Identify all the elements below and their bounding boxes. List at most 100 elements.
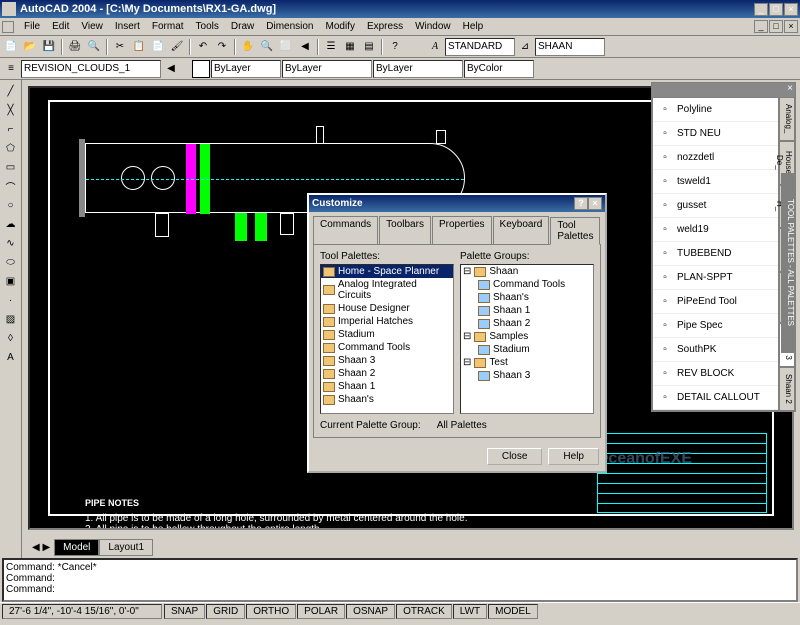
tree-item[interactable]: Stadium: [461, 343, 593, 356]
line-tool[interactable]: ╱: [2, 82, 20, 100]
list-item[interactable]: Stadium: [321, 328, 453, 341]
new-button[interactable]: 📄: [2, 38, 20, 56]
pan-button[interactable]: ✋: [239, 38, 257, 56]
list-item[interactable]: Shaan 3: [321, 354, 453, 367]
tab-layout1[interactable]: Layout1: [99, 539, 153, 556]
dialog-close-button[interactable]: ×: [588, 197, 602, 210]
palette-item[interactable]: ▫ weld19: [653, 218, 778, 242]
palette-header[interactable]: ×: [652, 83, 795, 97]
lineweight-dropdown[interactable]: [373, 60, 463, 78]
status-ortho[interactable]: ORTHO: [246, 604, 296, 619]
tab-model[interactable]: Model: [54, 539, 99, 556]
palette-item[interactable]: ▫ STD NEU: [653, 122, 778, 146]
linetype-dropdown[interactable]: [282, 60, 372, 78]
status-model[interactable]: MODEL: [488, 604, 538, 619]
menu-view[interactable]: View: [75, 19, 109, 34]
xline-tool[interactable]: ╳: [2, 101, 20, 119]
plotstyle-dropdown[interactable]: [464, 60, 534, 78]
palette-item[interactable]: ▫ SouthPK: [653, 338, 778, 362]
region-tool[interactable]: ◊: [2, 329, 20, 347]
list-item[interactable]: Shaan 1: [321, 380, 453, 393]
menu-dimension[interactable]: Dimension: [260, 19, 319, 34]
menu-format[interactable]: Format: [146, 19, 190, 34]
hatch-tool[interactable]: ▨: [2, 310, 20, 328]
print-button[interactable]: 🖨: [66, 38, 84, 56]
layer-manager-button[interactable]: ≡: [2, 60, 20, 78]
palette-item[interactable]: ▫ PiPeEnd Tool: [653, 290, 778, 314]
tab-keyboard[interactable]: Keyboard: [493, 216, 550, 244]
palette-item[interactable]: ▫ Pipe Spec: [653, 314, 778, 338]
close-button[interactable]: ×: [784, 3, 798, 16]
palette-item[interactable]: ▫ PLAN-SPPT: [653, 266, 778, 290]
help-button[interactable]: Help: [548, 448, 599, 465]
arc-tool[interactable]: ⌒: [2, 177, 20, 195]
list-item[interactable]: Command Tools: [321, 341, 453, 354]
doc-minimize-button[interactable]: _: [754, 20, 768, 33]
tab-properties[interactable]: Properties: [432, 216, 492, 244]
menu-express[interactable]: Express: [361, 19, 409, 34]
cut-button[interactable]: ✂: [111, 38, 129, 56]
tree-item[interactable]: Shaan 2: [461, 317, 593, 330]
list-item[interactable]: Analog Integrated Circuits: [321, 278, 453, 302]
list-item[interactable]: Shaan's: [321, 393, 453, 406]
text-tool[interactable]: A: [2, 348, 20, 366]
zoom-window-button[interactable]: ⬜: [277, 38, 295, 56]
menu-file[interactable]: File: [18, 19, 46, 34]
dimstyle-dropdown[interactable]: [535, 38, 605, 56]
point-tool[interactable]: ·: [2, 291, 20, 309]
redo-button[interactable]: ↷: [213, 38, 231, 56]
tree-item[interactable]: ⊟ Test: [461, 356, 593, 369]
dimstyle-icon[interactable]: ⊿: [516, 38, 534, 56]
match-button[interactable]: 🖌: [168, 38, 186, 56]
command-window[interactable]: Command: *Cancel* Command: Command:: [2, 558, 798, 602]
status-osnap[interactable]: OSNAP: [346, 604, 395, 619]
close-button[interactable]: Close: [487, 448, 543, 465]
ellipse-tool[interactable]: ⬭: [2, 253, 20, 271]
menu-edit[interactable]: Edit: [46, 19, 75, 34]
minimize-button[interactable]: _: [754, 3, 768, 16]
tab-toolbars[interactable]: Toolbars: [379, 216, 431, 244]
tab-commands[interactable]: Commands: [313, 216, 378, 244]
block-tool[interactable]: ▣: [2, 272, 20, 290]
palette-item[interactable]: ▫ nozzdetl: [653, 146, 778, 170]
vtab-0[interactable]: Analog_: [779, 97, 795, 141]
list-item[interactable]: House Designer: [321, 302, 453, 315]
textstyle-a-button[interactable]: A: [426, 38, 444, 56]
list-item[interactable]: Shaan 2: [321, 367, 453, 380]
tree-item[interactable]: ⊟ Samples: [461, 330, 593, 343]
paste-button[interactable]: 📄: [149, 38, 167, 56]
menu-window[interactable]: Window: [409, 19, 457, 34]
tree-item[interactable]: Shaan 3: [461, 369, 593, 382]
tree-item[interactable]: Shaan's: [461, 291, 593, 304]
list-item[interactable]: Home - Space Planner: [321, 265, 453, 278]
palette-item[interactable]: ▫ DETAIL CALLOUT: [653, 386, 778, 410]
doc-close-button[interactable]: ×: [784, 20, 798, 33]
palette-item[interactable]: ▫ REV BLOCK: [653, 362, 778, 386]
menu-insert[interactable]: Insert: [109, 19, 146, 34]
maximize-button[interactable]: □: [769, 3, 783, 16]
palette-close-icon[interactable]: ×: [787, 83, 793, 97]
palette-item[interactable]: ▫ gusset: [653, 194, 778, 218]
open-button[interactable]: 📂: [21, 38, 39, 56]
tool-palettes-listbox[interactable]: Home - Space PlannerAnalog Integrated Ci…: [320, 264, 454, 414]
rectangle-tool[interactable]: ▭: [2, 158, 20, 176]
undo-button[interactable]: ↶: [194, 38, 212, 56]
color-dropdown[interactable]: [211, 60, 281, 78]
vtab-6[interactable]: Shaan 2: [779, 367, 795, 411]
revcloud-tool[interactable]: ☁: [2, 215, 20, 233]
list-item[interactable]: Imperial Hatches: [321, 315, 453, 328]
palette-item[interactable]: ▫ TUBEBEND: [653, 242, 778, 266]
status-otrack[interactable]: OTRACK: [396, 604, 452, 619]
status-grid[interactable]: GRID: [206, 604, 245, 619]
circle-tool[interactable]: ○: [2, 196, 20, 214]
copy-button[interactable]: 📋: [130, 38, 148, 56]
preview-button[interactable]: 🔍: [85, 38, 103, 56]
tree-item[interactable]: Command Tools: [461, 278, 593, 291]
palette-groups-tree[interactable]: ⊟ ShaanCommand ToolsShaan'sShaan 1Shaan …: [460, 264, 594, 414]
polygon-tool[interactable]: ⬠: [2, 139, 20, 157]
dialog-titlebar[interactable]: Customize ? ×: [309, 195, 605, 212]
menu-help[interactable]: Help: [457, 19, 490, 34]
zoom-button[interactable]: 🔍: [258, 38, 276, 56]
tree-item[interactable]: ⊟ Shaan: [461, 265, 593, 278]
tab-tool-palettes[interactable]: Tool Palettes: [550, 217, 600, 245]
